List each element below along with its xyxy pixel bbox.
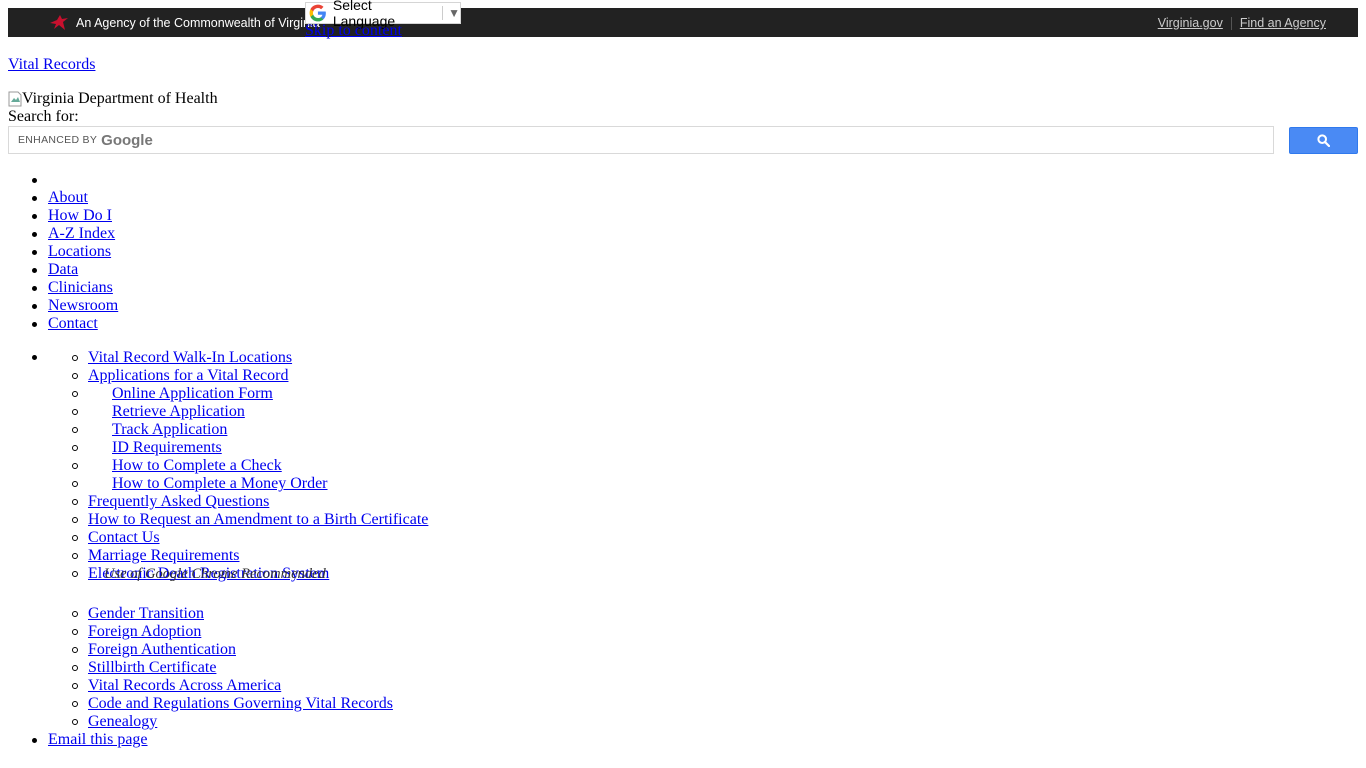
agency-bar: An Agency of the Commonwealth of Virgini… xyxy=(8,8,1358,37)
google-g-icon xyxy=(309,4,326,22)
list-item: Retrieve Application xyxy=(71,403,428,421)
list-item: Foreign Adoption xyxy=(71,623,428,641)
search-label: Search for: xyxy=(8,108,79,125)
nav-item-empty xyxy=(31,171,118,189)
nav-item-about: About xyxy=(31,189,118,207)
section-nav: Vital Record Walk-In Locations Applicati… xyxy=(71,349,428,731)
nav-item-data: Data xyxy=(31,261,118,279)
subnav-link[interactable]: Stillbirth Certificate xyxy=(88,659,216,676)
list-item: Stillbirth Certificate xyxy=(71,659,428,677)
cardinal-logo-icon xyxy=(50,15,68,30)
subnav-link[interactable]: Contact Us xyxy=(88,529,160,546)
subnav-link[interactable]: Gender Transition xyxy=(88,605,204,622)
agency-text: An Agency of the Commonwealth of Virgini… xyxy=(76,16,320,30)
nav-link-locations[interactable]: Locations xyxy=(48,243,111,260)
subnav-link[interactable]: Foreign Authentication xyxy=(88,641,236,658)
logo-alt-text: Virginia Department of Health xyxy=(22,90,218,107)
site-title-link[interactable]: Vital Records xyxy=(8,56,95,74)
list-item: Vital Record Walk-In Locations xyxy=(71,349,428,367)
vdh-logo[interactable]: Virginia Department of Health xyxy=(8,90,218,108)
edrs-browser-note: Use of Google Chrome Recommended xyxy=(104,566,326,582)
list-item: Genealogy xyxy=(71,713,428,731)
subnav-link[interactable]: Vital Records Across America xyxy=(88,677,281,694)
skip-to-content-link[interactable]: Skip to content xyxy=(305,22,402,40)
list-item: Online Application Form xyxy=(71,385,428,403)
nav-item-clinicians: Clinicians xyxy=(31,279,118,297)
subnav-link[interactable]: Vital Record Walk-In Locations xyxy=(88,349,292,366)
list-item: Applications for a Vital Record xyxy=(71,367,428,385)
nav-link-data[interactable]: Data xyxy=(48,261,78,278)
language-divider xyxy=(442,6,444,20)
search-icon xyxy=(1317,134,1330,147)
nav-link-newsroom[interactable]: Newsroom xyxy=(48,297,118,314)
list-item: How to Complete a Money Order xyxy=(71,475,428,493)
subnav-link[interactable]: How to Complete a Money Order xyxy=(112,475,328,492)
link-divider xyxy=(1230,16,1232,30)
topbar-links: Virginia.gov Find an Agency xyxy=(1158,16,1326,30)
subnav-link[interactable]: How to Complete a Check xyxy=(112,457,282,474)
list-item: Gender Transition xyxy=(71,605,428,623)
nav-item-locations: Locations xyxy=(31,243,118,261)
subnav-link[interactable]: Foreign Adoption xyxy=(88,623,201,640)
list-item: ID Requirements xyxy=(71,439,428,457)
subnav-link[interactable]: How to Request an Amendment to a Birth C… xyxy=(88,511,428,528)
search-button[interactable] xyxy=(1289,127,1358,154)
nav-item-newsroom: Newsroom xyxy=(31,297,118,315)
list-item: Foreign Authentication xyxy=(71,641,428,659)
nav-link-about[interactable]: About xyxy=(48,189,88,206)
nav-item-a-z-index: A-Z Index xyxy=(31,225,118,243)
list-item: Track Application xyxy=(71,421,428,439)
subnav-link[interactable]: Marriage Requirements xyxy=(88,547,240,564)
broken-image-icon xyxy=(8,91,22,107)
subnav-link[interactable]: Frequently Asked Questions xyxy=(88,493,269,510)
list-item: Vital Records Across America xyxy=(71,677,428,695)
list-item: How to Request an Amendment to a Birth C… xyxy=(71,511,428,529)
google-wordmark: Google xyxy=(101,131,153,149)
list-item: Marriage Requirements xyxy=(71,547,428,565)
main-nav: About How Do I A-Z Index Locations Data … xyxy=(31,171,118,333)
virginia-gov-link[interactable]: Virginia.gov xyxy=(1158,16,1223,30)
subnav-link[interactable]: Retrieve Application xyxy=(112,403,245,420)
list-item: Electronic Death Registration System Use… xyxy=(71,565,428,605)
dropdown-arrow-icon: ▼ xyxy=(448,6,460,20)
subnav-parent-bullet xyxy=(32,355,37,360)
nav-link-clinicians[interactable]: Clinicians xyxy=(48,279,113,296)
enhanced-by-label: ENHANCED BY xyxy=(18,134,98,146)
email-this-page-link[interactable]: Email this page xyxy=(32,731,148,749)
subnav-link[interactable]: Code and Regulations Governing Vital Rec… xyxy=(88,695,393,712)
subnav-link[interactable]: Applications for a Vital Record xyxy=(88,367,288,384)
list-item: Contact Us xyxy=(71,529,428,547)
language-select[interactable]: Select Language ▼ xyxy=(305,0,461,29)
nav-item-how-do-i: How Do I xyxy=(31,207,118,225)
search-input[interactable]: ENHANCED BY Google xyxy=(8,126,1274,154)
list-item: Code and Regulations Governing Vital Rec… xyxy=(71,695,428,713)
subnav-link[interactable]: Online Application Form xyxy=(112,385,273,402)
find-an-agency-link[interactable]: Find an Agency xyxy=(1240,16,1326,30)
nav-item-contact: Contact xyxy=(31,315,118,333)
nav-link-contact[interactable]: Contact xyxy=(48,315,98,332)
subnav-link[interactable]: Track Application xyxy=(112,421,227,438)
nav-link-how-do-i[interactable]: How Do I xyxy=(48,207,112,224)
subnav-link[interactable]: ID Requirements xyxy=(112,439,222,456)
nav-link-a-z-index[interactable]: A-Z Index xyxy=(48,225,115,242)
subnav-link[interactable]: Genealogy xyxy=(88,713,157,730)
list-item: Frequently Asked Questions xyxy=(71,493,428,511)
list-item: How to Complete a Check xyxy=(71,457,428,475)
agency-notice: An Agency of the Commonwealth of Virgini… xyxy=(48,14,320,32)
